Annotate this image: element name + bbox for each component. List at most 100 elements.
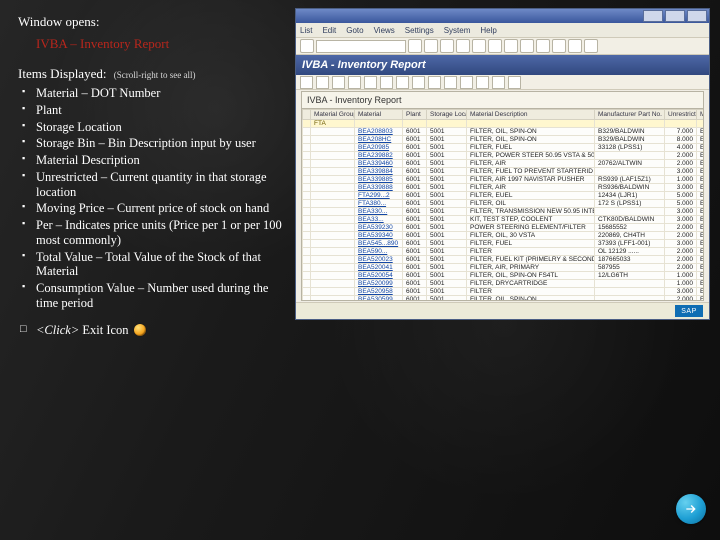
column-header[interactable]: Plant (403, 110, 427, 120)
toolbar-next-icon[interactable] (552, 39, 566, 53)
alv-icon[interactable] (380, 76, 393, 89)
table-cell: 6001 (403, 136, 427, 144)
table-cell: 3.000 (665, 168, 697, 176)
table-row[interactable]: BEA53059960015001FILTER, OIL, SPIN-ON2.0… (303, 296, 705, 302)
table-cell (665, 120, 697, 128)
column-header[interactable]: Material (355, 110, 403, 120)
table-row[interactable]: BEA52005460015001FILTER, OIL, SPIN-ON FS… (303, 272, 705, 280)
window-max-button[interactable] (665, 10, 685, 22)
alv-grid[interactable]: IVBA - Inventory Report Material GroupMa… (301, 91, 704, 301)
menu-item[interactable]: System (444, 26, 471, 35)
alv-icon[interactable] (428, 76, 441, 89)
table-cell: 6001 (403, 208, 427, 216)
alv-icon[interactable] (444, 76, 457, 89)
toolbar-last-icon[interactable] (568, 39, 582, 53)
table-row[interactable]: BEA33...60015001KIT, TEST STEP, COOLENTC… (303, 216, 705, 224)
table-row[interactable]: BEA208HC60015001FILTER, OIL, SPIN-ONB329… (303, 136, 705, 144)
click-tag: <Click> (36, 323, 79, 337)
table-cell: EA (697, 280, 705, 288)
column-header[interactable] (303, 110, 311, 120)
table-row[interactable]: BEA330...60015001FILTER, TRANSMISSION NE… (303, 208, 705, 216)
table-row[interactable]: BEA52002360015001FILTER, FUEL KIT (PRIME… (303, 256, 705, 264)
alv-icon[interactable] (300, 76, 313, 89)
column-header[interactable]: Mvd (697, 110, 705, 120)
table-cell: 5001 (427, 152, 467, 160)
table-row[interactable]: BEA52009960015001FILTER, DRYCARTRIDGE1.0… (303, 280, 705, 288)
table-row[interactable]: FTA299...260015001FILTER, EUEL12434 (LJR… (303, 192, 705, 200)
table-cell: BEA339885 (355, 176, 403, 184)
table-cell: EA (697, 168, 705, 176)
menu-bar[interactable]: List Edit Goto Views Settings System Help (296, 23, 709, 38)
alv-icon[interactable] (508, 76, 521, 89)
toolbar-save-icon[interactable] (408, 39, 422, 53)
window-min-button[interactable] (643, 10, 663, 22)
table-cell (311, 176, 355, 184)
table-cell: 6001 (403, 168, 427, 176)
next-slide-button[interactable] (676, 494, 706, 524)
column-header[interactable]: Unrestrict. (665, 110, 697, 120)
alv-icon[interactable] (492, 76, 505, 89)
table-row[interactable]: BEA53934060015001FILTER, OIL, 30 VSTA220… (303, 232, 705, 240)
toolbar-back-icon[interactable] (424, 39, 438, 53)
command-field[interactable] (316, 40, 406, 53)
table-cell (303, 160, 311, 168)
toolbar-print-icon[interactable] (472, 39, 486, 53)
alv-icon[interactable] (348, 76, 361, 89)
table-row[interactable]: BEA33988560015001FILTER, AIR 1997 NAVIST… (303, 176, 705, 184)
menu-item[interactable]: Settings (405, 26, 434, 35)
table-cell: 5.000 (665, 192, 697, 200)
table-cell: BEA520041 (355, 264, 403, 272)
table-cell (303, 288, 311, 296)
toolbar-help-icon[interactable] (584, 39, 598, 53)
window-opens-label: Window opens: (18, 14, 290, 30)
alv-icon[interactable] (460, 76, 473, 89)
standard-toolbar[interactable] (296, 38, 709, 55)
table-cell: BEA520099 (355, 280, 403, 288)
window-close-button[interactable] (687, 10, 707, 22)
table-cell: EA (697, 176, 705, 184)
table-row[interactable]: BEA33988460015001FILTER, FUEL TO PREVENT… (303, 168, 705, 176)
table-row[interactable]: BEA20880360015001FILTER, OIL, SPIN-ONB32… (303, 128, 705, 136)
table-row[interactable]: BEA33946060015001FILTER, AIR20762/ALTWIN… (303, 160, 705, 168)
menu-item[interactable]: Edit (322, 26, 336, 35)
alv-icon[interactable] (316, 76, 329, 89)
table-row[interactable]: FTA380...60015001FILTER, OIL172 S (LPSS1… (303, 200, 705, 208)
alv-icon[interactable] (412, 76, 425, 89)
table-row[interactable]: BEA2098560015001FILTER, FUEL33128 (LPSS1… (303, 144, 705, 152)
toolbar-findnext-icon[interactable] (504, 39, 518, 53)
column-header[interactable]: Manufacturer Part No. (595, 110, 665, 120)
table-row[interactable]: BEA52095860015001FILTER3.000EA (303, 288, 705, 296)
toolbar-ok-icon[interactable] (300, 39, 314, 53)
column-header[interactable]: Material Group (311, 110, 355, 120)
table-row[interactable]: BEA52004160015001FILTER, AIR, PRIMARY587… (303, 264, 705, 272)
toolbar-prev-icon[interactable] (536, 39, 550, 53)
table-cell: 6001 (403, 224, 427, 232)
toolbar-exit-icon[interactable] (440, 39, 454, 53)
table-row[interactable]: BEA53923060015001POWER STEERING ELEMENT/… (303, 224, 705, 232)
alv-icon[interactable] (396, 76, 409, 89)
menu-item[interactable]: List (300, 26, 312, 35)
column-header[interactable]: Material Description (467, 110, 595, 120)
toolbar-cancel-icon[interactable] (456, 39, 470, 53)
column-header[interactable]: Storage Location (427, 110, 467, 120)
toolbar-find-icon[interactable] (488, 39, 502, 53)
menu-item[interactable]: Views (374, 26, 395, 35)
table-group-row[interactable]: FTA (303, 120, 705, 128)
toolbar-first-icon[interactable] (520, 39, 534, 53)
table-cell (311, 232, 355, 240)
table-cell (311, 224, 355, 232)
inventory-table[interactable]: Material GroupMaterialPlantStorage Locat… (302, 109, 704, 301)
table-cell: FILTER, FUEL (467, 144, 595, 152)
table-cell (303, 144, 311, 152)
table-row[interactable]: BEA590...60015001FILTEROL 12129 ......2.… (303, 248, 705, 256)
table-row[interactable]: BEA33988860015001FILTER, AIRRS936/BALDWI… (303, 184, 705, 192)
app-toolbar[interactable] (296, 75, 709, 90)
table-cell: EA (697, 232, 705, 240)
menu-item[interactable]: Goto (346, 26, 363, 35)
alv-icon[interactable] (476, 76, 489, 89)
table-row[interactable]: BEA545...89060015001FILTER, FUEL37393 (L… (303, 240, 705, 248)
menu-item[interactable]: Help (480, 26, 496, 35)
alv-icon[interactable] (364, 76, 377, 89)
table-row[interactable]: BEA23988260015001FILTER, POWER STEER 50.… (303, 152, 705, 160)
alv-icon[interactable] (332, 76, 345, 89)
